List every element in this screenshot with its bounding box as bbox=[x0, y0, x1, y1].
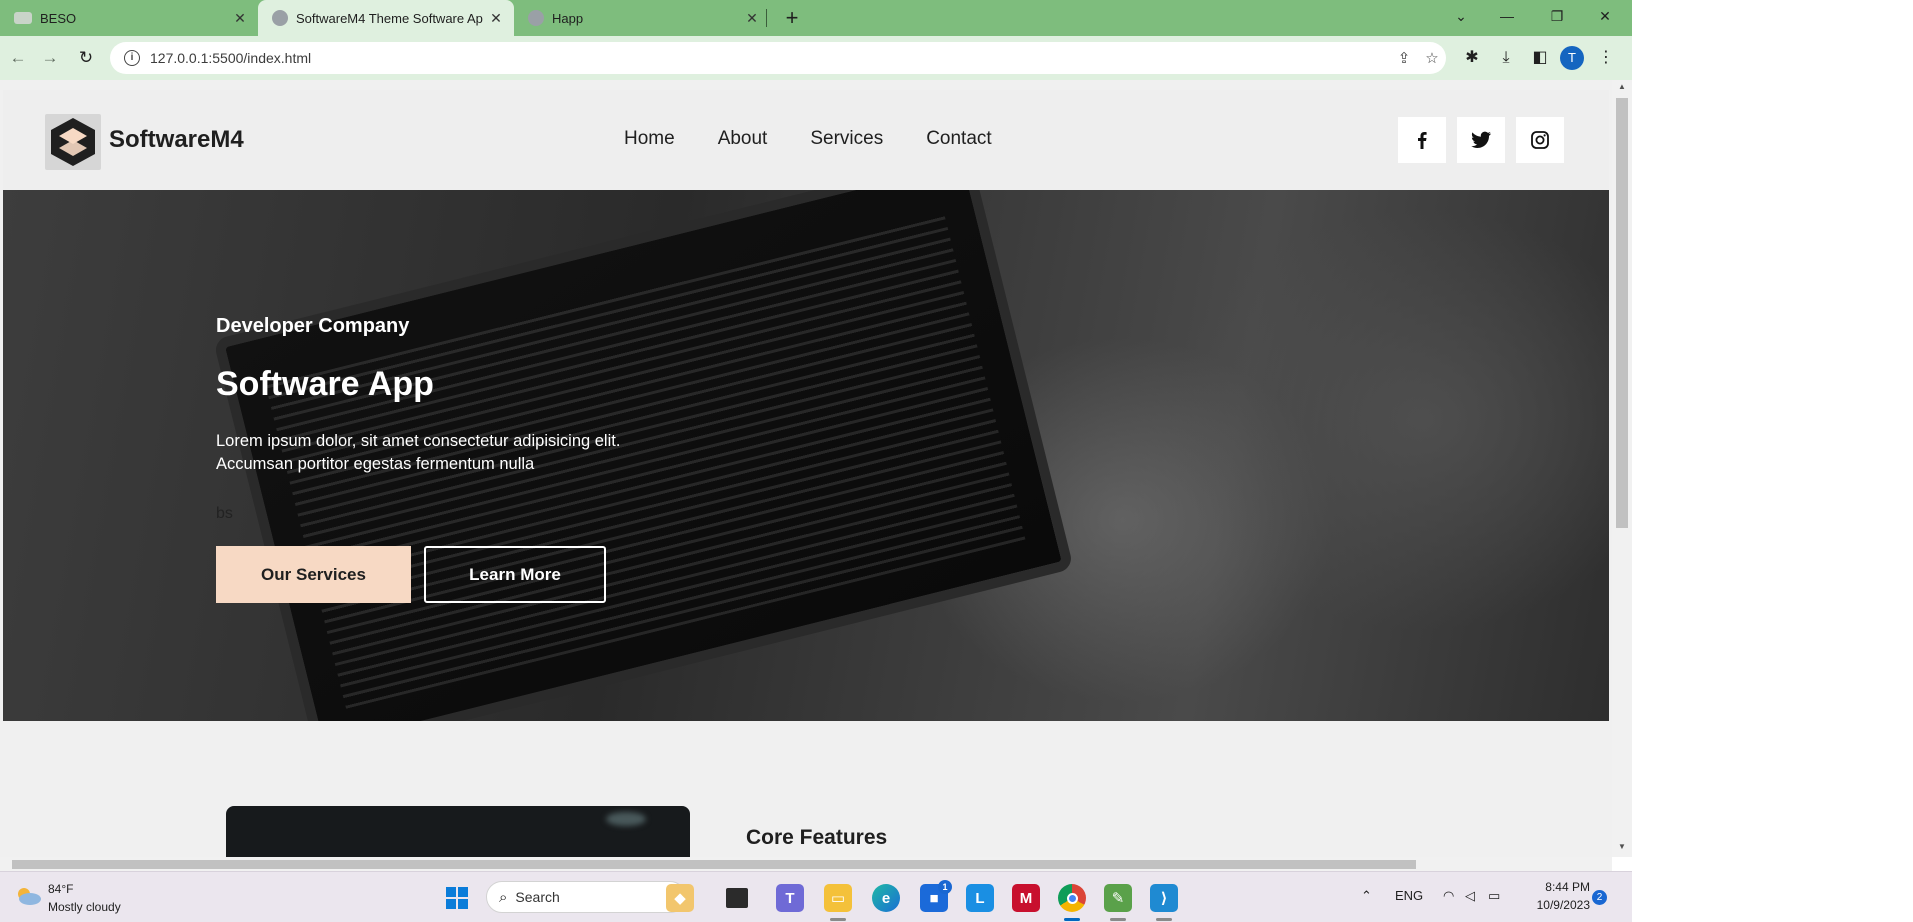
download-icon[interactable]: ⤓ bbox=[1494, 46, 1518, 70]
browser-toolbar: ← → ↻ i 127.0.0.1:5500/index.html ⇪ ☆ ✱ … bbox=[0, 36, 1632, 80]
search-label: Search bbox=[515, 889, 560, 905]
core-features-section: Core Features bbox=[3, 721, 1609, 857]
weather-description[interactable]: Mostly cloudy bbox=[48, 900, 121, 914]
running-indicator bbox=[1110, 918, 1126, 921]
active-app-indicator bbox=[1064, 918, 1080, 921]
horizontal-scrollbar[interactable] bbox=[0, 857, 1612, 871]
facebook-icon bbox=[1418, 132, 1427, 149]
url-text[interactable]: 127.0.0.1:5500/index.html bbox=[150, 50, 1390, 66]
tab-title: Happ bbox=[552, 10, 584, 26]
instagram-icon bbox=[1531, 131, 1549, 149]
nav-contact[interactable]: Contact bbox=[926, 128, 991, 150]
mcafee-icon[interactable]: M bbox=[1012, 884, 1040, 912]
windows-taskbar: 84°F Mostly cloudy ⌕ Search ◆ T ▭ e ■ 1 L… bbox=[0, 871, 1632, 922]
horizontal-scroll-thumb[interactable] bbox=[12, 860, 1416, 869]
logo-icon[interactable] bbox=[45, 114, 101, 170]
globe-favicon-icon bbox=[528, 10, 544, 26]
task-view-icon[interactable] bbox=[726, 888, 748, 908]
hero-title: Software App bbox=[216, 365, 434, 403]
reload-icon[interactable]: ↻ bbox=[72, 44, 100, 72]
hero-subtitle: Developer Company bbox=[216, 315, 410, 337]
vertical-scroll-thumb[interactable] bbox=[1616, 98, 1628, 528]
nav-about[interactable]: About bbox=[718, 128, 768, 150]
vertical-scrollbar[interactable]: ▲ ▼ bbox=[1612, 80, 1632, 857]
notification-badge[interactable]: 2 bbox=[1592, 890, 1607, 905]
site-header: SoftwareM4 Home About Services Contact bbox=[3, 90, 1609, 190]
store-badge: 1 bbox=[938, 880, 952, 894]
side-panel-icon[interactable]: ◧ bbox=[1528, 46, 1552, 70]
bookmark-star-icon[interactable]: ☆ bbox=[1418, 49, 1446, 67]
cloud-weather-icon[interactable] bbox=[14, 886, 42, 906]
battery-icon[interactable]: ▭ bbox=[1488, 888, 1500, 904]
volume-icon[interactable]: ◁ bbox=[1465, 888, 1475, 904]
our-services-button[interactable]: Our Services bbox=[216, 546, 411, 603]
hero-section: Developer Company Software App Lorem ips… bbox=[3, 190, 1609, 721]
tab-happ[interactable]: Happ ✕ bbox=[514, 0, 770, 36]
tab-beso[interactable]: BESO ✕ bbox=[0, 0, 258, 36]
widgets-icon[interactable]: ◆ bbox=[666, 884, 694, 912]
nav-services[interactable]: Services bbox=[810, 128, 883, 150]
page-viewport: SoftwareM4 Home About Services Contact D… bbox=[0, 80, 1632, 857]
blank-area bbox=[1632, 0, 1913, 922]
scroll-down-arrow-icon[interactable]: ▼ bbox=[1612, 842, 1632, 851]
l-app-icon[interactable]: L bbox=[966, 884, 994, 912]
globe-favicon-icon bbox=[272, 10, 288, 26]
weather-temperature[interactable]: 84°F bbox=[48, 882, 73, 896]
game-icon[interactable]: ✎ bbox=[1104, 884, 1132, 912]
edge-icon[interactable]: e bbox=[872, 884, 900, 912]
back-arrow-icon[interactable]: ← bbox=[4, 44, 32, 72]
learn-more-button[interactable]: Learn More bbox=[424, 546, 606, 603]
main-nav: Home About Services Contact bbox=[624, 128, 1035, 150]
tab-softwarem4[interactable]: SoftwareM4 Theme Software Ap ✕ bbox=[258, 0, 514, 36]
language-indicator[interactable]: ENG bbox=[1395, 888, 1423, 903]
menu-kebab-icon[interactable]: ⋮ bbox=[1594, 46, 1618, 70]
minimize-button[interactable]: — bbox=[1484, 0, 1530, 32]
address-bar[interactable]: i 127.0.0.1:5500/index.html ⇪ ☆ bbox=[110, 42, 1446, 74]
nav-home[interactable]: Home bbox=[624, 128, 675, 150]
tab-strip: BESO ✕ SoftwareM4 Theme Software Ap ✕ Ha… bbox=[0, 0, 1632, 36]
windows-start-icon[interactable] bbox=[446, 887, 468, 909]
file-explorer-icon[interactable]: ▭ bbox=[824, 884, 852, 912]
image-glow bbox=[606, 812, 646, 826]
taskbar-search[interactable]: ⌕ Search bbox=[486, 881, 686, 913]
brand-name[interactable]: SoftwareM4 bbox=[109, 126, 244, 154]
running-indicator bbox=[1156, 918, 1172, 921]
close-window-button[interactable]: ✕ bbox=[1582, 0, 1628, 32]
screen: { "browser": { "tabs": [ {"title": "BESO… bbox=[0, 0, 1913, 922]
hero-description: Lorem ipsum dolor, sit amet consectetur … bbox=[216, 432, 621, 473]
vscode-icon[interactable]: ⟩ bbox=[1150, 884, 1178, 912]
new-tab-button[interactable]: + bbox=[778, 4, 806, 32]
beso-favicon-icon bbox=[14, 12, 32, 24]
clock-date[interactable]: 10/9/2023 bbox=[1522, 898, 1590, 912]
twitter-icon bbox=[1471, 131, 1491, 148]
profile-avatar[interactable]: T bbox=[1560, 46, 1584, 70]
microsoft-store-icon[interactable]: ■ 1 bbox=[920, 880, 952, 912]
teams-icon[interactable]: T bbox=[776, 884, 804, 912]
clock-time[interactable]: 8:44 PM bbox=[1530, 880, 1590, 894]
close-tab-icon[interactable]: ✕ bbox=[230, 10, 250, 27]
core-features-title: Core Features bbox=[746, 826, 888, 849]
scroll-up-arrow-icon[interactable]: ▲ bbox=[1612, 82, 1632, 91]
feature-image bbox=[226, 806, 690, 857]
chevron-up-icon[interactable]: ⌃ bbox=[1361, 888, 1372, 904]
wifi-icon[interactable]: ◠ bbox=[1443, 888, 1454, 904]
instagram-button[interactable] bbox=[1516, 117, 1564, 163]
facebook-button[interactable] bbox=[1398, 117, 1446, 163]
tab-title: SoftwareM4 Theme Software Ap bbox=[296, 10, 483, 26]
hero-stray-text: bs bbox=[216, 505, 233, 522]
tab-search-button[interactable]: ⌄ bbox=[1438, 0, 1484, 32]
share-icon[interactable]: ⇪ bbox=[1390, 49, 1418, 67]
running-indicator bbox=[830, 918, 846, 921]
close-tab-icon[interactable]: ✕ bbox=[742, 10, 762, 27]
maximize-button[interactable]: ❐ bbox=[1534, 0, 1580, 32]
tab-title: BESO bbox=[40, 10, 77, 26]
forward-arrow-icon[interactable]: → bbox=[36, 44, 64, 72]
close-tab-icon[interactable]: ✕ bbox=[486, 10, 506, 27]
chrome-icon[interactable] bbox=[1058, 884, 1086, 912]
extensions-icon[interactable]: ✱ bbox=[1460, 46, 1484, 70]
tab-separator bbox=[766, 9, 767, 27]
search-icon: ⌕ bbox=[499, 888, 508, 906]
twitter-button[interactable] bbox=[1457, 117, 1505, 163]
site-info-icon[interactable]: i bbox=[124, 50, 140, 66]
